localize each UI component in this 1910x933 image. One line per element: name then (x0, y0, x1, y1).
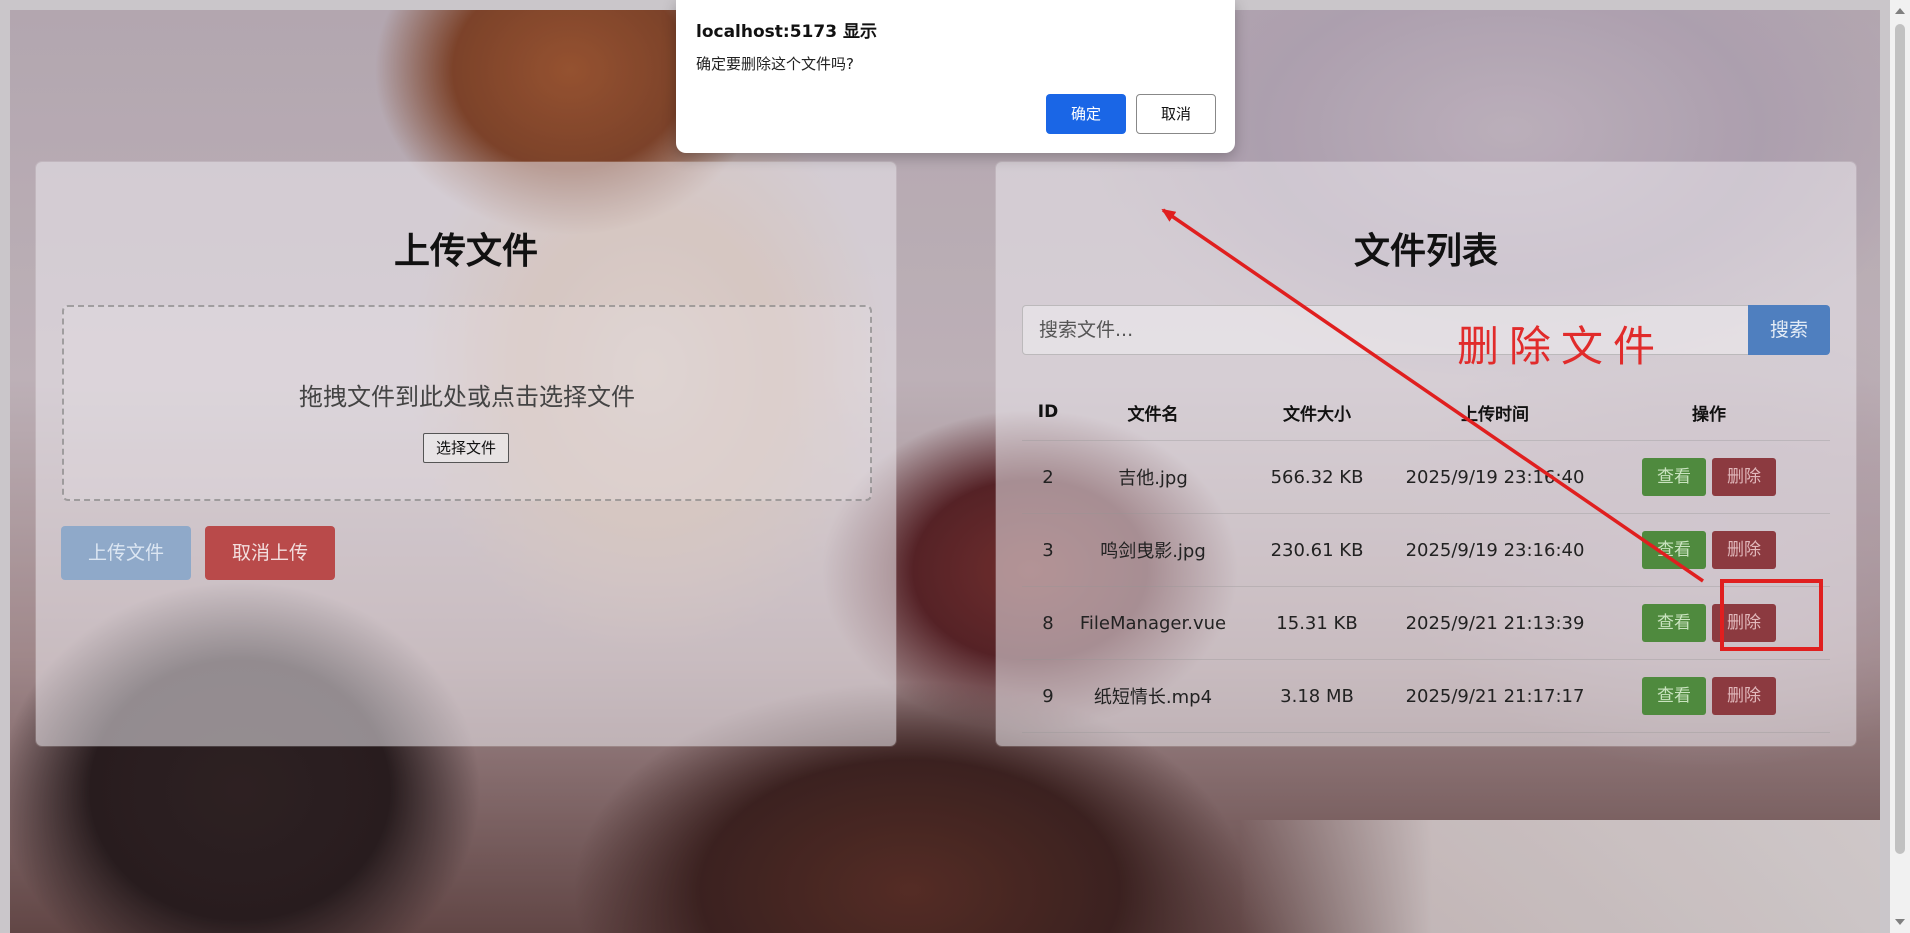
cell-name: 纸短情长.mp4 (1074, 659, 1232, 733)
cell-time: 2025/9/21 21:17:17 (1402, 659, 1588, 733)
column-header-name: 文件名 (1074, 384, 1232, 441)
cell-name: 鸣剑曳影.jpg (1074, 513, 1232, 587)
upload-panel: 上传文件 拖拽文件到此处或点击选择文件 选择文件 上传文件 取消上传 (36, 162, 896, 746)
table-row: 2 吉他.jpg 566.32 KB 2025/9/19 23:16:40 查看… (1022, 440, 1830, 514)
cell-id: 2 (1022, 440, 1074, 514)
delete-button[interactable]: 删除 (1712, 677, 1776, 715)
cell-actions: 查看 删除 (1588, 513, 1830, 587)
column-header-size: 文件大小 (1232, 384, 1402, 441)
dialog-ok-button[interactable]: 确定 (1046, 94, 1126, 134)
cell-time: 2025/9/19 23:16:40 (1402, 440, 1588, 514)
cell-size: 3.18 MB (1232, 659, 1402, 733)
cell-size: 15.31 KB (1232, 586, 1402, 660)
file-table: ID 文件名 文件大小 上传时间 操作 2 吉他.jpg 566.32 KB 2… (1022, 384, 1830, 733)
cell-name: FileManager.vue (1074, 586, 1232, 660)
table-row: 8 FileManager.vue 15.31 KB 2025/9/21 21:… (1022, 586, 1830, 660)
upload-button[interactable]: 上传文件 (61, 526, 191, 580)
cell-actions: 查看 删除 (1588, 586, 1830, 660)
cell-size: 230.61 KB (1232, 513, 1402, 587)
cell-time: 2025/9/19 23:16:40 (1402, 513, 1588, 587)
cell-actions: 查看 删除 (1588, 440, 1830, 514)
column-header-id: ID (1022, 384, 1074, 441)
delete-button[interactable]: 删除 (1712, 604, 1776, 642)
upload-title: 上传文件 (393, 231, 538, 272)
delete-button[interactable]: 删除 (1712, 458, 1776, 496)
file-list-panel: 文件列表 搜索文件... 搜索 ID 文件名 文件大小 上传时间 操作 2 吉他… (996, 162, 1856, 746)
view-button[interactable]: 查看 (1642, 458, 1706, 496)
dialog-title: localhost:5173 显示 (696, 22, 877, 42)
dialog-cancel-button[interactable]: 取消 (1136, 94, 1216, 134)
choose-file-button[interactable]: 选择文件 (423, 433, 509, 463)
cell-id: 3 (1022, 513, 1074, 587)
browser-viewport: 上传文件 拖拽文件到此处或点击选择文件 选择文件 上传文件 取消上传 文件列表 … (0, 0, 1910, 933)
drop-zone-text: 拖拽文件到此处或点击选择文件 (299, 383, 635, 411)
dialog-message: 确定要删除这个文件吗? (696, 55, 854, 73)
cell-time: 2025/9/21 21:13:39 (1402, 586, 1588, 660)
table-row: 9 纸短情长.mp4 3.18 MB 2025/9/21 21:17:17 查看… (1022, 659, 1830, 733)
search-button[interactable]: 搜索 (1748, 305, 1830, 355)
search-input[interactable]: 搜索文件... (1022, 305, 1749, 355)
cell-name: 吉他.jpg (1074, 440, 1232, 514)
cell-size: 566.32 KB (1232, 440, 1402, 514)
view-button[interactable]: 查看 (1642, 677, 1706, 715)
page-scrollbar[interactable] (1890, 0, 1910, 933)
confirm-dialog: localhost:5173 显示 确定要删除这个文件吗? 确定 取消 (676, 0, 1235, 153)
cell-id: 8 (1022, 586, 1074, 660)
table-header-row: ID 文件名 文件大小 上传时间 操作 (1022, 384, 1830, 441)
scroll-up-arrow-icon[interactable] (1895, 8, 1905, 14)
cell-actions: 查看 删除 (1588, 659, 1830, 733)
column-header-actions: 操作 (1588, 384, 1830, 441)
column-header-time: 上传时间 (1402, 384, 1588, 441)
scroll-down-arrow-icon[interactable] (1895, 919, 1905, 925)
view-button[interactable]: 查看 (1642, 531, 1706, 569)
delete-button[interactable]: 删除 (1712, 531, 1776, 569)
cancel-upload-button[interactable]: 取消上传 (205, 526, 335, 580)
file-list-title: 文件列表 (1353, 231, 1498, 272)
view-button[interactable]: 查看 (1642, 604, 1706, 642)
scrollbar-thumb[interactable] (1895, 24, 1905, 854)
drop-zone[interactable]: 拖拽文件到此处或点击选择文件 选择文件 (62, 305, 872, 501)
table-row: 3 鸣剑曳影.jpg 230.61 KB 2025/9/19 23:16:40 … (1022, 513, 1830, 587)
cell-id: 9 (1022, 659, 1074, 733)
